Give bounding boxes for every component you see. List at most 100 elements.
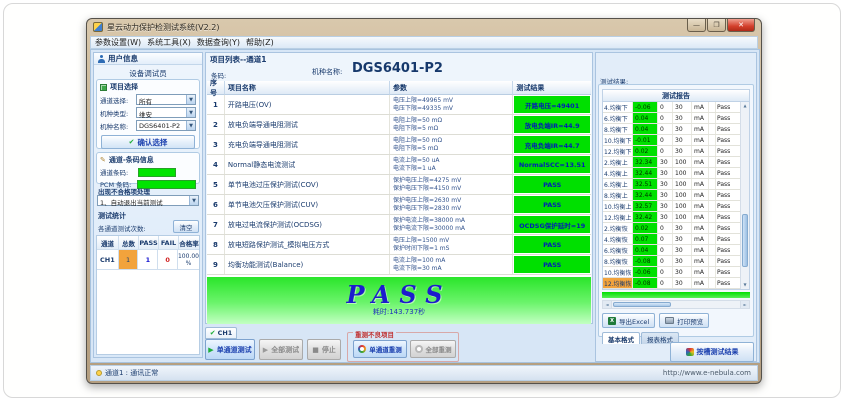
slot-test-result-button[interactable]: 按槽测试结果 [670, 342, 754, 362]
single-channel-retest-button[interactable]: 单通道重测 [353, 340, 407, 358]
report-pass: Pass [716, 168, 737, 178]
report-unit: mA [692, 201, 709, 211]
vertical-scrollbar[interactable]: ▲ ▼ [740, 102, 749, 289]
scrollbar-thumb[interactable] [613, 302, 671, 307]
close-button[interactable]: ✕ [727, 19, 755, 32]
report-row[interactable]: 12.均衡恢 -0.08 0 30 mA Pass [603, 278, 749, 289]
report-item: 12.均衡上 [603, 212, 633, 222]
report-row[interactable]: 4.均衡恢 0.07 0 30 mA Pass [603, 234, 749, 245]
report-pass: Pass [716, 212, 737, 222]
horizontal-scrollbar[interactable]: ◄ ► [602, 300, 750, 309]
channel-tab-ch1[interactable]: ✔ CH1 [205, 327, 237, 339]
report-row[interactable]: 6.均衡恢 0.04 0 30 mA Pass [603, 245, 749, 256]
report-row[interactable]: 8.均衡恢 -0.08 0 30 mA Pass [603, 256, 749, 267]
test-row[interactable]: 4 Normal静态电流测试 电流上限=50 uA电流下限=1 uA Norma… [207, 155, 591, 175]
retest-group-label: 重测不良项目 [353, 329, 396, 339]
report-row[interactable]: 2.均衡恢 0.02 0 30 mA Pass [603, 223, 749, 234]
maximize-button[interactable]: ❐ [707, 19, 726, 32]
scroll-left-icon[interactable]: ◄ [603, 301, 612, 308]
barcode-input[interactable] [138, 168, 176, 177]
scroll-right-icon[interactable]: ► [740, 301, 749, 308]
report-row[interactable]: 10.均衡下 -0.01 0 30 mA Pass [603, 135, 749, 146]
col-item-name: 充电负端导通电阻测试 [225, 135, 390, 154]
report-low: 0 [658, 135, 673, 145]
col-params: 电压上限=49965 mV电压下限=49335 mV [390, 95, 513, 114]
report-low: 0 [658, 102, 673, 112]
field-dropdown[interactable]: 所有 ▼ [136, 94, 196, 105]
all-channel-test-button[interactable]: ▶ 全部测试 [259, 339, 303, 360]
tab-format-0[interactable]: 基本格式 [602, 332, 640, 344]
app-window: 星云动力保护检测试系统(V2.2) — ❐ ✕ 参数设置(W) 系统工具(X) 数据… [86, 18, 762, 384]
report-pass: Pass [716, 190, 737, 200]
col-item-name: 放电负端导通电阻测试 [225, 115, 390, 134]
report-high: 30 [673, 113, 692, 123]
test-list-panel: 项目列表--通道1 条码: 机种名称: DGS6401-P2 序号项目名称参数测… [205, 52, 593, 324]
scrollbar-thumb[interactable] [742, 214, 748, 266]
field-label: 机种名称: [100, 121, 136, 131]
clear-button[interactable]: 清空 [173, 220, 199, 233]
test-row[interactable]: 2 放电负端导通电阻测试 电阻上限=50 mΩ电阻下限=5 mΩ 放电负端IR=… [207, 115, 591, 135]
project-field: 机种名称: DGS6401-P2 ▼ [97, 119, 199, 132]
col-no: 3 [207, 135, 225, 154]
test-row[interactable]: 1 开路电压(OV) 电压上限=49965 mV电压下限=49335 mV 开路… [207, 95, 591, 115]
report-row[interactable]: 10.均衡上 32.57 30 100 mA Pass [603, 201, 749, 212]
col-item-name: 放电过电流保护测试(OCDSG) [225, 215, 390, 234]
report-row[interactable]: 12.均衡下 0.02 0 30 mA Pass [603, 146, 749, 157]
check-icon: ✔ [129, 138, 135, 146]
col-result: PASS [513, 255, 591, 274]
pass-banner-text: PASS [207, 280, 591, 309]
test-row[interactable]: 7 放电过电流保护测试(OCDSG) 保护电流上限=38000 mA保护电流下限… [207, 215, 591, 235]
report-item: 10.均衡上 [603, 201, 633, 211]
report-row[interactable]: 12.均衡上 32.42 30 100 mA Pass [603, 212, 749, 223]
report-value: 32.51 [633, 179, 658, 189]
test-row[interactable]: 5 单节电池过压保护测试(COV) 保护电压上限=4275 mV保护电压下限=4… [207, 175, 591, 195]
test-row[interactable]: 8 放电短路保护测试_模拟电压方式 电压上限=1500 mV保护时间下限=1 m… [207, 235, 591, 255]
menu-item[interactable]: 系统工具(X) [147, 37, 191, 48]
menu-item[interactable]: 帮助(Z) [246, 37, 274, 48]
single-channel-test-button[interactable]: ▶ 单通道测试 [205, 339, 255, 360]
col-no: 9 [207, 255, 225, 274]
all-retest-button[interactable]: 全部重测 [410, 340, 456, 358]
report-value: -0.08 [633, 278, 658, 288]
scroll-up-icon[interactable]: ▲ [741, 102, 749, 110]
chevron-down-icon[interactable]: ▼ [186, 108, 195, 117]
report-row[interactable]: 6.均衡上 32.51 30 100 mA Pass [603, 179, 749, 190]
chevron-down-icon[interactable]: ▼ [186, 95, 195, 104]
scroll-down-icon[interactable]: ▼ [741, 281, 749, 289]
report-pass: Pass [716, 234, 737, 244]
report-pass: Pass [716, 256, 737, 266]
print-preview-button[interactable]: 打印预览 [659, 313, 709, 328]
confirm-select-button[interactable]: ✔ 确认选择 [101, 135, 195, 149]
test-row[interactable]: 9 均衡功能测试(Balance) 电流上限=100 mA电流下限=30 mA … [207, 255, 591, 275]
fail-handling-select[interactable]: 1、自动退出当前测试 ▼ [97, 195, 199, 207]
menu-item[interactable]: 参数设置(W) [95, 37, 141, 48]
model-name-value: DGS6401-P2 [352, 61, 443, 76]
chevron-down-icon[interactable]: ▼ [189, 196, 198, 205]
report-row[interactable]: 6.均衡下 0.04 0 30 mA Pass [603, 113, 749, 124]
col-no: 1 [207, 95, 225, 114]
chevron-down-icon[interactable]: ▼ [186, 121, 195, 130]
minimize-button[interactable]: — [687, 19, 706, 32]
stats-data-row[interactable]: CH1 1 1 0 100.00 % [97, 250, 199, 270]
report-unit: mA [692, 212, 709, 222]
report-row[interactable]: 4.均衡上 32.44 30 100 mA Pass [603, 168, 749, 179]
report-pass: Pass [716, 146, 737, 156]
field-dropdown[interactable]: DGS6401-P2 ▼ [136, 120, 196, 131]
report-row[interactable]: 10.均衡恢 -0.06 0 30 mA Pass [603, 267, 749, 278]
status-url[interactable]: http://www.e-nebula.com [663, 369, 751, 377]
report-low: 0 [658, 245, 673, 255]
field-dropdown[interactable]: 维安 ▼ [136, 107, 196, 118]
excel-icon: X [608, 317, 616, 325]
stop-button[interactable]: ■ 停止 [307, 339, 341, 360]
report-row[interactable]: 2.均衡上 32.34 30 100 mA Pass [603, 157, 749, 168]
menu-item[interactable]: 数据查询(Y) [197, 37, 240, 48]
report-row[interactable]: 8.均衡上 32.44 30 100 mA Pass [603, 190, 749, 201]
report-high: 30 [673, 267, 692, 277]
title-bar[interactable]: 星云动力保护检测试系统(V2.2) — ❐ ✕ [87, 19, 761, 36]
report-row[interactable]: 8.均衡下 0.04 0 30 mA Pass [603, 124, 749, 135]
report-row[interactable]: 4.均衡下 -0.06 0 30 mA Pass [603, 102, 749, 113]
person-icon [98, 55, 105, 63]
test-row[interactable]: 3 充电负端导通电阻测试 电阻上限=50 mΩ电阻下限=5 mΩ 充电负端IR=… [207, 135, 591, 155]
test-row[interactable]: 6 单节电池欠压保护测试(CUV) 保护电压上限=2630 mV保护电压下限=2… [207, 195, 591, 215]
export-excel-button[interactable]: X 导出Excel [602, 313, 655, 328]
